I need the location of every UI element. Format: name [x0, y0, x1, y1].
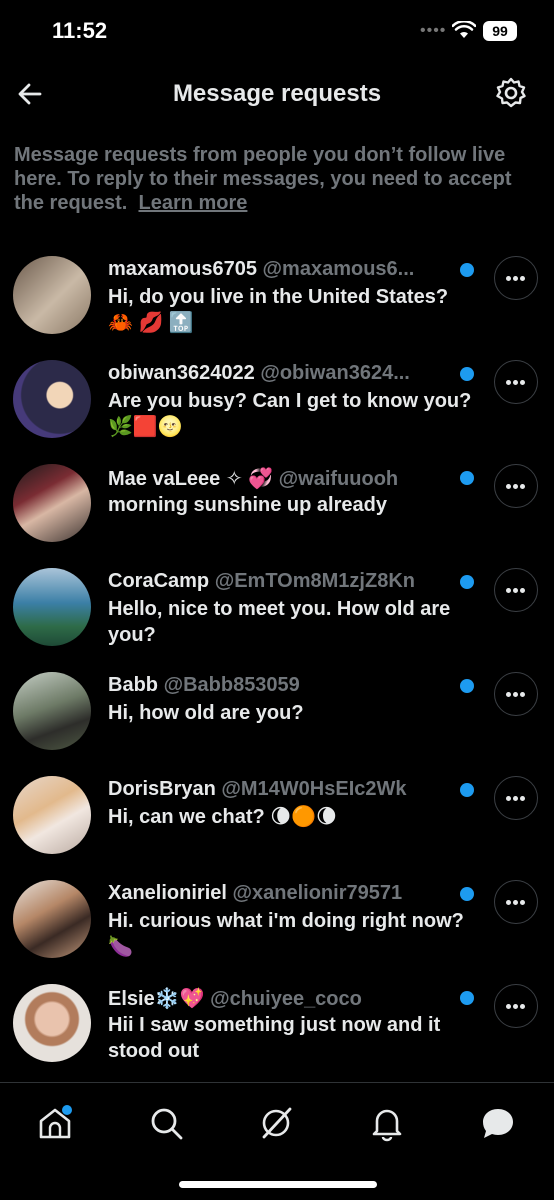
display-name: maxamous6705: [108, 258, 257, 280]
user-handle: @waifuuooh: [278, 468, 399, 490]
home-indicator: [179, 1181, 377, 1188]
display-name: obiwan3624022: [108, 362, 255, 384]
more-options-button[interactable]: [494, 360, 538, 404]
message-emojis: 🦀 💋 🔝: [108, 312, 194, 334]
user-handle: @EmTOm8M1zjZ8Kn: [214, 570, 415, 592]
notifications-bell-icon[interactable]: [365, 1101, 409, 1145]
unread-indicator: [460, 263, 474, 277]
battery-icon: 99: [483, 21, 517, 41]
request-row[interactable]: maxamous6705 @maxamous6... Hi, do you li…: [0, 242, 554, 346]
message-text: Hi, can we chat? 🌘🟠🌘: [108, 806, 337, 828]
info-text: Message requests from people you don’t f…: [14, 143, 542, 215]
messages-icon[interactable]: [476, 1101, 520, 1145]
unread-indicator: [460, 367, 474, 381]
settings-gear-icon[interactable]: [494, 76, 528, 110]
wifi-icon: [452, 21, 476, 38]
grok-icon[interactable]: [254, 1101, 298, 1145]
avatar[interactable]: [13, 672, 91, 750]
request-row[interactable]: obiwan3624022 @obiwan3624... Are you bus…: [0, 346, 554, 450]
unread-indicator: [460, 575, 474, 589]
request-row[interactable]: DorisBryan @M14W0HsEIc2Wk Hi, can we cha…: [0, 762, 554, 866]
unread-indicator: [460, 471, 474, 485]
message-requests-list: maxamous6705 @maxamous6... Hi, do you li…: [0, 242, 554, 1074]
display-name: Elsie❄️💖: [108, 988, 205, 1010]
more-options-button[interactable]: [494, 672, 538, 716]
request-header: obiwan3624022 @obiwan3624...: [108, 362, 450, 385]
unread-indicator: [460, 991, 474, 1005]
home-icon[interactable]: [33, 1101, 77, 1145]
request-header: CoraCamp @EmTOm8M1zjZ8Kn: [108, 570, 450, 593]
request-header: Elsie❄️💖 @chuiyee_coco: [108, 986, 450, 1011]
message-text: Hi, how old are you?: [108, 702, 304, 724]
message-text: morning sunshine up already: [108, 494, 387, 516]
more-options-button[interactable]: [494, 256, 538, 300]
message-text: Hi, do you live in the United States?: [108, 286, 449, 308]
avatar[interactable]: [13, 880, 91, 958]
request-row[interactable]: Xanelioniriel @xanelionir79571 Hi. curio…: [0, 866, 554, 970]
header: Message requests: [0, 62, 554, 126]
request-row[interactable]: Babb @Babb853059 Hi, how old are you?: [0, 658, 554, 762]
request-header: DorisBryan @M14W0HsEIc2Wk: [108, 778, 450, 801]
unread-indicator: [460, 783, 474, 797]
unread-indicator: [460, 679, 474, 693]
user-handle: @chuiyee_coco: [210, 988, 362, 1010]
display-name: Babb: [108, 674, 158, 696]
learn-more-link[interactable]: Learn more: [138, 192, 247, 214]
display-name: CoraCamp: [108, 570, 210, 592]
info-description: Message requests from people you don’t f…: [14, 144, 512, 214]
message-preview: Hi, do you live in the United States? 🦀 …: [108, 284, 478, 336]
unread-indicator: [460, 887, 474, 901]
user-handle: @maxamous6...: [262, 258, 415, 280]
more-options-button[interactable]: [494, 984, 538, 1028]
request-header: Babb @Babb853059: [108, 674, 450, 697]
message-text: Are you busy? Can I get to know you? 🌿🟥🌝: [108, 390, 472, 438]
display-name: Mae vaLeee ✧ 💞: [108, 468, 274, 490]
more-options-button[interactable]: [494, 464, 538, 508]
more-options-button[interactable]: [494, 880, 538, 924]
signal-icon: ••••: [420, 22, 447, 39]
request-header: maxamous6705 @maxamous6...: [108, 258, 450, 281]
avatar[interactable]: [13, 256, 91, 334]
user-handle: @obiwan3624...: [260, 362, 410, 384]
message-text: Hello, nice to meet you. How old are you…: [108, 598, 451, 646]
avatar[interactable]: [13, 776, 91, 854]
user-handle: @M14W0HsEIc2Wk: [221, 778, 407, 800]
page-title: Message requests: [172, 80, 382, 107]
request-row[interactable]: CoraCamp @EmTOm8M1zjZ8Kn Hello, nice to …: [0, 554, 554, 658]
user-handle: @Babb853059: [163, 674, 300, 696]
request-row[interactable]: Mae vaLeee ✧ 💞 @waifuuooh morning sunshi…: [0, 450, 554, 554]
message-text: Hii I saw something just now and it stoo…: [108, 1014, 441, 1062]
request-row[interactable]: Elsie❄️💖 @chuiyee_coco Hii I saw somethi…: [0, 970, 554, 1074]
avatar[interactable]: [13, 360, 91, 438]
more-options-button[interactable]: [494, 568, 538, 612]
message-text: Hi. curious what i'm doing right now? 🍆: [108, 910, 464, 958]
display-name: DorisBryan: [108, 778, 216, 800]
more-options-button[interactable]: [494, 776, 538, 820]
display-name: Xanelioniriel: [108, 882, 227, 904]
request-header: Mae vaLeee ✧ 💞 @waifuuooh: [108, 466, 450, 491]
user-handle: @xanelionir79571: [232, 882, 403, 904]
search-icon[interactable]: [144, 1101, 188, 1145]
avatar[interactable]: [13, 984, 91, 1062]
avatar[interactable]: [13, 464, 91, 542]
request-header: Xanelioniriel @xanelionir79571: [108, 882, 450, 905]
status-bar: 11:52 •••• 99: [0, 0, 554, 62]
avatar[interactable]: [13, 568, 91, 646]
status-time: 11:52: [52, 18, 108, 43]
